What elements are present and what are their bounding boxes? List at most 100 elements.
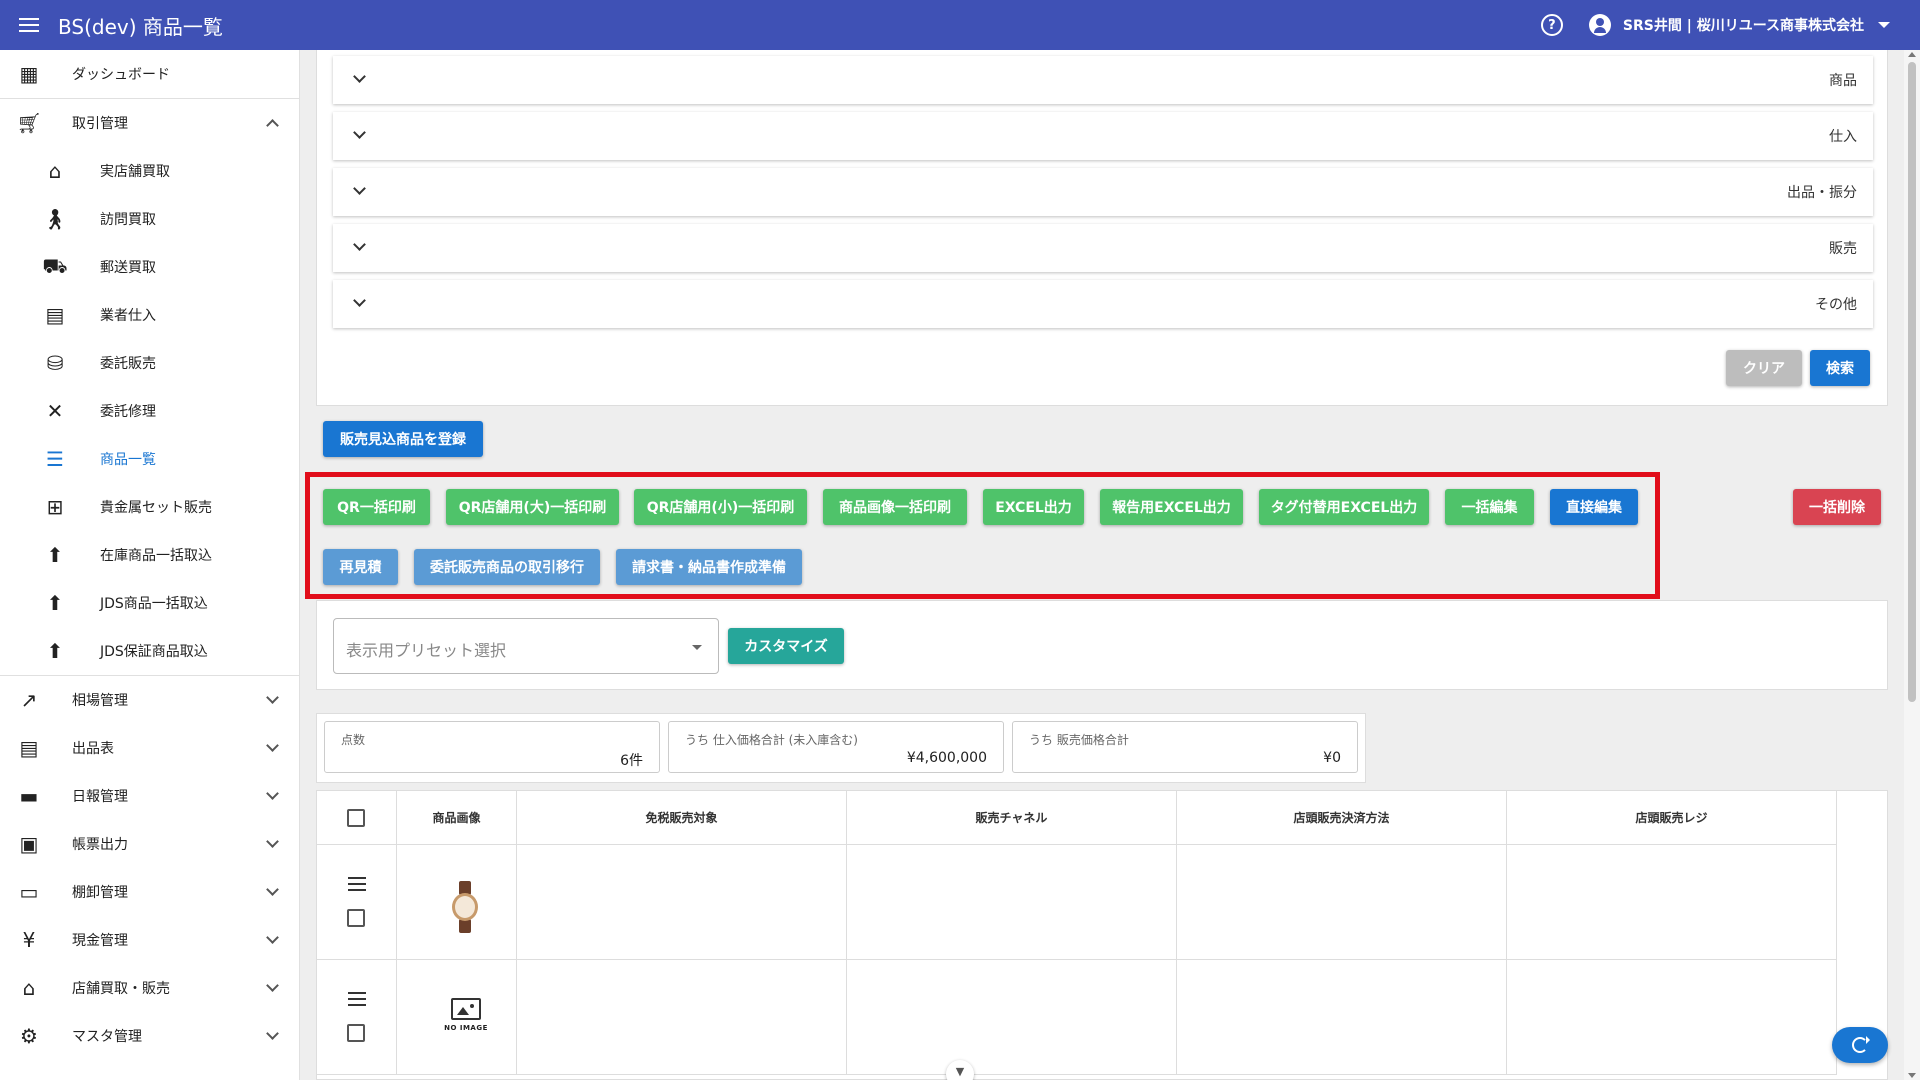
column-header[interactable]: 販売チャネル <box>847 791 1177 845</box>
summary-panel: 点数 6件 うち 仕入価格合計 (未入庫含む) ¥4,600,000 うち 販売… <box>316 713 1366 783</box>
sidebar-item-label: 実店舗買取 <box>100 164 170 180</box>
sidebar-item-form-output[interactable]: ▣ 帳票出力 <box>0 820 299 868</box>
sidebar-item-transactions[interactable]: 🛒︎ 取引管理 <box>0 99 299 147</box>
store-icon: ⌂ <box>22 976 36 1000</box>
table-cell <box>1177 845 1507 960</box>
menu-button[interactable] <box>0 0 58 50</box>
header-select-cell <box>317 791 397 845</box>
sidebar-item-vendor-purchase[interactable]: ▤ 業者仕入 <box>0 291 299 339</box>
clear-button[interactable]: クリア <box>1726 350 1802 386</box>
sidebar-item-label: 委託販売 <box>100 356 156 372</box>
sidebar-item-jds-import[interactable]: ⬆ JDS商品一括取込 <box>0 579 299 627</box>
preset-select[interactable]: 表示用プリセット選択 <box>333 618 719 674</box>
sidebar-item-label: JDS商品一括取込 <box>100 596 208 612</box>
no-image-placeholder[interactable]: NO IMAGE <box>440 998 492 1040</box>
menu-icon <box>19 18 39 32</box>
sidebar-item-market-price[interactable]: ↗ 相場管理 <box>0 676 299 724</box>
drag-handle-icon[interactable] <box>348 877 366 891</box>
caret-down-icon <box>1878 22 1890 28</box>
filter-section-listing[interactable]: 出品・振分 <box>333 168 1873 216</box>
image-icon <box>451 998 481 1020</box>
filter-section-other[interactable]: その他 <box>333 280 1873 328</box>
register-expected-sale-button[interactable]: 販売見込商品を登録 <box>323 421 483 457</box>
sidebar-item-stock-import[interactable]: ⬆ 在庫商品一括取込 <box>0 531 299 579</box>
sidebar-item-listing-sheet[interactable]: ▤ 出品表 <box>0 724 299 772</box>
table-cell <box>1507 960 1837 1075</box>
summary-count: 点数 6件 <box>324 721 660 773</box>
sidebar-item-visit-purchase[interactable]: 🚶︎ 訪問買取 <box>0 195 299 243</box>
filter-section-purchase[interactable]: 仕入 <box>333 112 1873 160</box>
filter-section-label: 出品・振分 <box>1787 185 1857 201</box>
sidebar-item-label: 帳票出力 <box>72 837 128 853</box>
scrollbar-thumb[interactable] <box>1908 62 1916 702</box>
sidebar-item-store-purchase[interactable]: ⌂ 実店舗買取 <box>0 147 299 195</box>
chevron-down-icon <box>353 126 366 139</box>
dropdown-arrow-icon <box>692 645 702 650</box>
filter-section-sales[interactable]: 販売 <box>333 224 1873 272</box>
search-panel: 商品 仕入 出品・振分 販売 その他 クリア 検索 <box>316 50 1888 406</box>
document-icon: ▬ <box>19 784 39 808</box>
chevron-down-icon <box>353 238 366 251</box>
chevron-down-icon <box>353 294 366 307</box>
sidebar-item-label: 訪問買取 <box>100 212 156 228</box>
bulk-delete-button[interactable]: 一括削除 <box>1793 489 1881 525</box>
sidebar-item-label: 現金管理 <box>72 933 128 949</box>
chevron-down-icon <box>266 883 279 896</box>
grid-icon: ⊞ <box>46 495 64 519</box>
table-cell <box>847 845 1177 960</box>
summary-value: ¥4,600,000 <box>906 750 987 766</box>
sidebar-item-inventory[interactable]: ▭ 棚卸管理 <box>0 868 299 916</box>
sidebar-item-consignment-sale[interactable]: ⛁ 委託販売 <box>0 339 299 387</box>
chevron-down-icon <box>266 931 279 944</box>
highlight-box <box>305 472 1660 599</box>
watch-thumbnail[interactable] <box>451 881 479 933</box>
gear-icon: ⚙ <box>20 1024 38 1048</box>
chevron-down-icon <box>266 1027 279 1040</box>
row-checkbox[interactable] <box>347 1024 365 1042</box>
page-scrollbar[interactable] <box>1904 50 1920 1080</box>
scroll-down-icon[interactable]: ▼ <box>946 1060 974 1080</box>
help-icon[interactable]: ? <box>1540 14 1563 36</box>
customize-button[interactable]: カスタマイズ <box>728 628 844 664</box>
filter-section-label: 販売 <box>1829 241 1857 257</box>
sidebar-item-jds-warranty-import[interactable]: ⬆ JDS保証商品取込 <box>0 627 299 675</box>
column-header[interactable]: 店頭販売レジ <box>1507 791 1837 845</box>
table-cell <box>517 960 847 1075</box>
sidebar-item-label: 委託修理 <box>100 404 156 420</box>
listsheet-icon: ▤ <box>19 736 39 760</box>
row-checkbox[interactable] <box>347 909 365 927</box>
sidebar-item-mail-purchase[interactable]: ⛟ 郵送買取 <box>0 243 299 291</box>
preset-panel: 表示用プリセット選択 カスタマイズ <box>316 600 1888 690</box>
table-cell <box>1177 960 1507 1075</box>
scroll-up-arrow-icon[interactable] <box>1908 52 1916 57</box>
drag-handle-icon[interactable] <box>348 992 366 1006</box>
filter-section-label: その他 <box>1815 297 1857 313</box>
search-button[interactable]: 検索 <box>1810 350 1870 386</box>
scroll-down-arrow-icon[interactable] <box>1908 1073 1916 1078</box>
column-header[interactable]: 商品画像 <box>397 791 517 845</box>
sidebar-item-consignment-repair[interactable]: ✕ 委託修理 <box>0 387 299 435</box>
business-icon: ▤ <box>45 303 65 327</box>
sidebar-item-cash[interactable]: ¥ 現金管理 <box>0 916 299 964</box>
column-header[interactable]: 店頭販売決済方法 <box>1177 791 1507 845</box>
table-row <box>317 960 397 1075</box>
sidebar-item-daily-report[interactable]: ▬ 日報管理 <box>0 772 299 820</box>
account-name: SRS井間 | 桜川リユース商事株式会社 <box>1622 18 1864 34</box>
sidebar-item-master[interactable]: ⚙ マスタ管理 <box>0 1012 299 1060</box>
sidebar-item-dashboard[interactable]: ▦ ダッシュボード <box>0 50 299 98</box>
select-all-checkbox[interactable] <box>347 809 365 827</box>
summary-value: 6件 <box>620 753 643 769</box>
yen-icon: ¥ <box>22 928 36 952</box>
sidebar-item-product-list[interactable]: ☰ 商品一覧 <box>0 435 299 483</box>
sidebar-item-label: 出品表 <box>72 741 114 757</box>
sidebar-item-store-trade[interactable]: ⌂ 店舗買取・販売 <box>0 964 299 1012</box>
refresh-button[interactable] <box>1832 1027 1888 1063</box>
trend-icon: ↗ <box>20 688 38 712</box>
account-menu[interactable]: SRS井間 | 桜川リユース商事株式会社 <box>1588 14 1890 36</box>
filter-section-product[interactable]: 商品 <box>333 56 1873 104</box>
store-icon: ⌂ <box>48 159 62 183</box>
sidebar-item-label: マスタ管理 <box>72 1029 142 1045</box>
sidebar-item-precious-metal-set[interactable]: ⊞ 貴金属セット販売 <box>0 483 299 531</box>
sidebar-item-label: 業者仕入 <box>100 308 156 324</box>
column-header[interactable]: 免税販売対象 <box>517 791 847 845</box>
